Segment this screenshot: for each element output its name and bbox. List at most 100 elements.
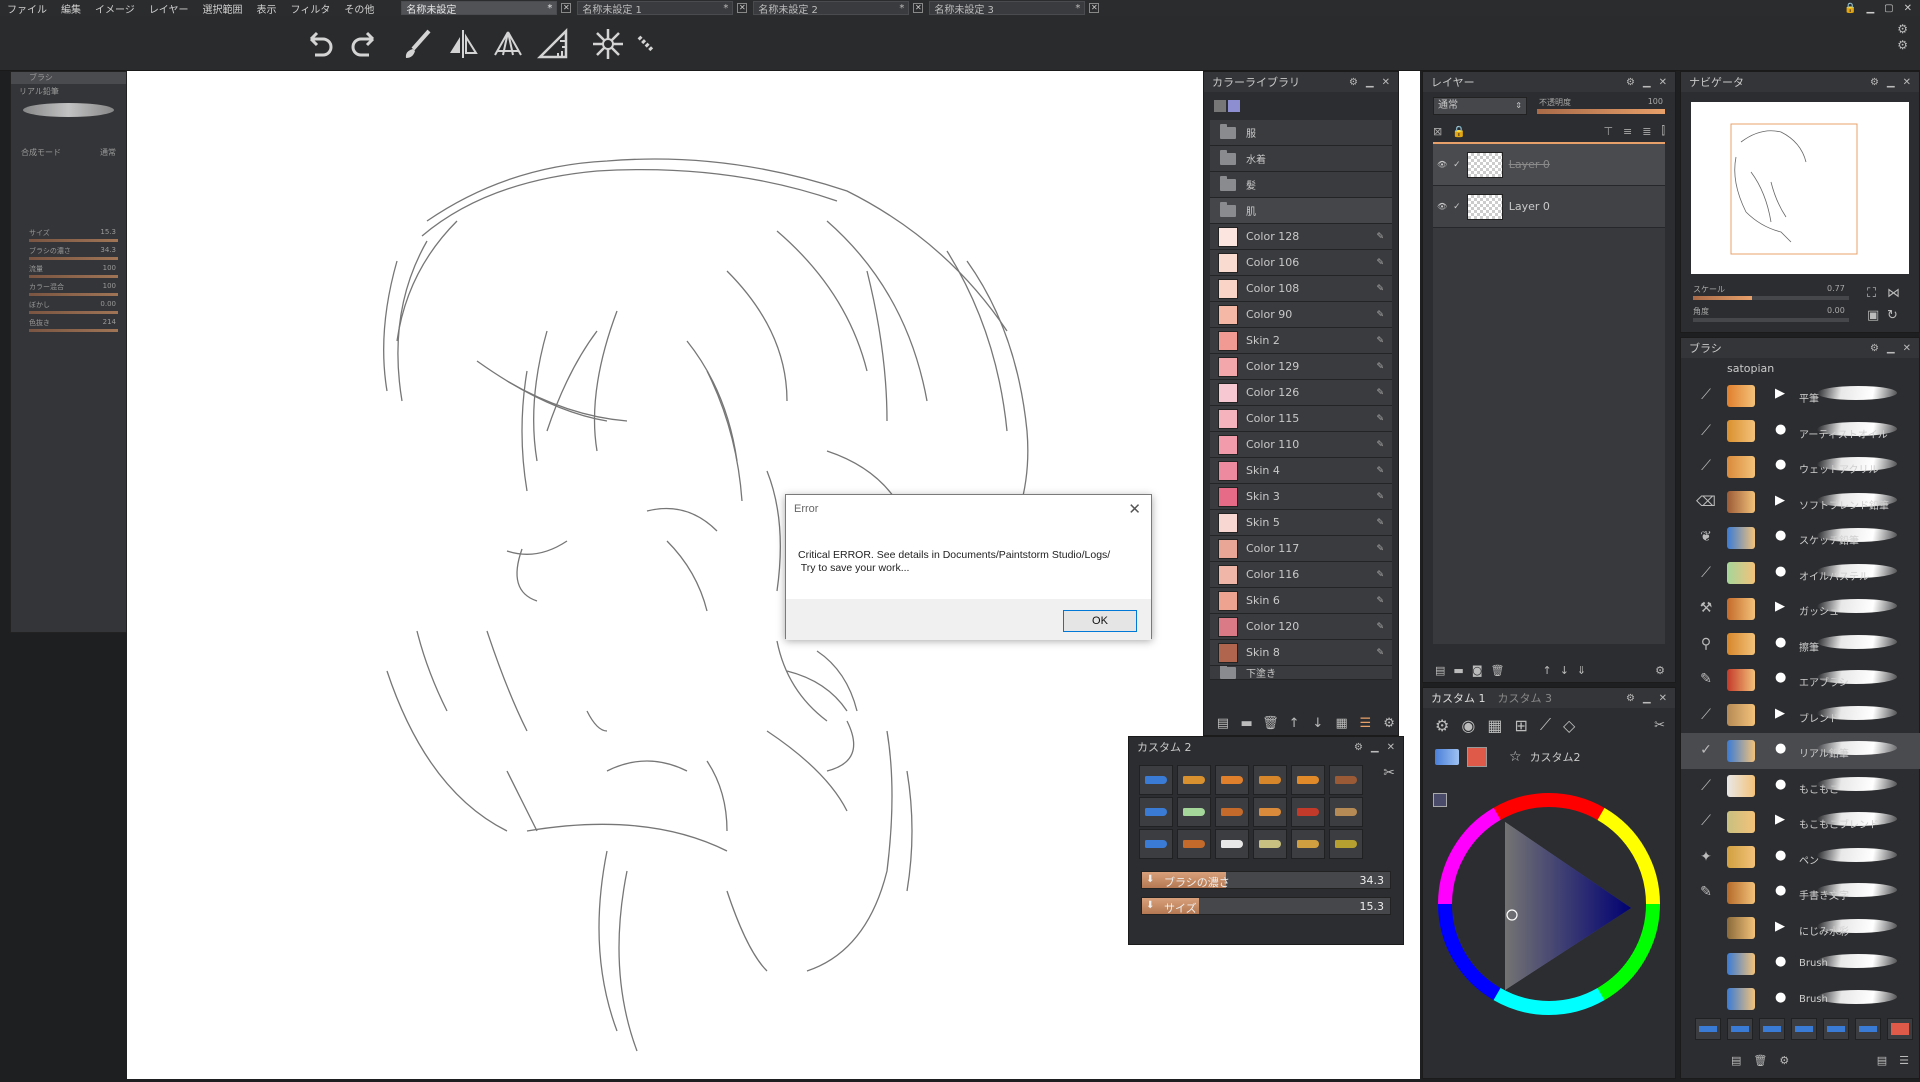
star-icon[interactable]: ☆ bbox=[1509, 749, 1522, 765]
flip-icon[interactable]: ⋈ bbox=[1887, 286, 1900, 301]
color-item[interactable]: Skin 5 ✎ bbox=[1210, 510, 1392, 536]
red-preset-icon[interactable] bbox=[1467, 747, 1487, 767]
close-icon[interactable]: ✕ bbox=[1659, 77, 1667, 88]
minimize-icon[interactable]: ▁ bbox=[1887, 77, 1895, 88]
eyedropper-icon[interactable]: ✎ bbox=[1376, 492, 1384, 502]
brush-item[interactable]: ● Brush bbox=[1681, 946, 1920, 982]
mask-icon[interactable]: ◙ bbox=[1472, 664, 1483, 677]
custom2-brush-0[interactable] bbox=[1139, 765, 1173, 795]
color-folder-0[interactable]: 服 bbox=[1210, 120, 1392, 146]
eyedropper-icon[interactable]: ✎ bbox=[1376, 466, 1384, 476]
menu-item-2[interactable]: イメージ bbox=[88, 1, 142, 16]
check-icon[interactable]: ✓ bbox=[1453, 160, 1461, 170]
brush-item[interactable]: ❦ ● スケッチ鉛筆 bbox=[1681, 520, 1920, 556]
folder-icon[interactable]: ▬ bbox=[1453, 664, 1463, 677]
arrow-down-icon[interactable]: ↓ bbox=[1560, 664, 1569, 677]
eyedropper-icon[interactable]: ✎ bbox=[1376, 570, 1384, 580]
tool-icon-1[interactable]: ⟋ bbox=[1697, 422, 1715, 440]
custom2-brush-9[interactable] bbox=[1253, 797, 1287, 827]
opacity-slider[interactable]: 不透明度 100 bbox=[1537, 97, 1665, 115]
close-window-icon[interactable]: ✕ bbox=[1904, 3, 1912, 14]
custom2-brush-16[interactable] bbox=[1291, 829, 1325, 859]
grid-icon[interactable]: ▦ bbox=[1487, 716, 1502, 735]
color-item[interactable]: Color 90 ✎ bbox=[1210, 302, 1392, 328]
brush-item[interactable]: ✓ ● リアル鉛筆 bbox=[1681, 733, 1920, 769]
brush-item[interactable]: ⟋ ● アーティストオイル bbox=[1681, 414, 1920, 450]
tool-icon-12[interactable]: ⟋ bbox=[1697, 812, 1715, 830]
perspective-icon[interactable] bbox=[490, 26, 526, 62]
minimize-icon[interactable]: ▁ bbox=[1371, 742, 1379, 753]
color-item[interactable]: Color 116 ✎ bbox=[1210, 562, 1392, 588]
layer-row[interactable]: 👁 ✓ Layer 0 bbox=[1433, 144, 1665, 186]
eyedropper-icon[interactable]: ✎ bbox=[1376, 544, 1384, 554]
mirror-icon[interactable] bbox=[445, 26, 481, 62]
doc-tab-1[interactable]: 名称未設定 1 * bbox=[577, 1, 734, 16]
tool-icon-8[interactable]: ✎ bbox=[1697, 670, 1715, 688]
new-layer-icon[interactable]: ▤ bbox=[1435, 664, 1445, 677]
brush-item[interactable]: ⌫ ▶ ソフトブレンド鉛筆 bbox=[1681, 485, 1920, 521]
tool-icon-11[interactable]: ⟋ bbox=[1697, 777, 1715, 795]
align-icon-2[interactable]: ≡ bbox=[1623, 125, 1632, 138]
arrow-up-icon[interactable]: ↑ bbox=[1542, 664, 1551, 677]
tab-close-icon[interactable]: ✕ bbox=[737, 3, 748, 13]
ok-button[interactable]: OK bbox=[1063, 610, 1137, 632]
brush-item[interactable]: ✎ ● 手書き文字 bbox=[1681, 875, 1920, 911]
minimize-icon[interactable]: ▁ bbox=[1366, 77, 1374, 88]
circle-brush-icon[interactable]: ◉ bbox=[1461, 716, 1475, 735]
quick-brush-4[interactable] bbox=[1791, 1018, 1817, 1040]
layer-row[interactable]: 👁 ✓ Layer 0 bbox=[1433, 186, 1665, 228]
eyedropper-icon[interactable]: ✎ bbox=[1376, 388, 1384, 398]
brush-item[interactable]: ⟋ ● オイルパステル bbox=[1681, 556, 1920, 592]
menu-item-7[interactable]: その他 bbox=[337, 1, 381, 16]
quick-brush-1[interactable] bbox=[1695, 1018, 1721, 1040]
list-view-icon[interactable]: ☰ bbox=[1357, 713, 1375, 733]
tab-custom1[interactable]: カスタム 1 bbox=[1431, 690, 1486, 706]
angle-slider[interactable] bbox=[1693, 318, 1849, 322]
eraser-icon[interactable]: ◇ bbox=[1563, 716, 1575, 735]
eyedropper-icon[interactable]: ✎ bbox=[1376, 310, 1384, 320]
custom2-brush-17[interactable] bbox=[1329, 829, 1363, 859]
eyedropper-icon[interactable]: ✎ bbox=[1376, 258, 1384, 268]
custom2-brush-14[interactable] bbox=[1215, 829, 1249, 859]
gear-icon[interactable]: ⚙ bbox=[1626, 77, 1635, 88]
redo-icon[interactable] bbox=[346, 26, 382, 62]
custom2-brush-3[interactable] bbox=[1253, 765, 1287, 795]
tool-icon-3[interactable]: ⌫ bbox=[1696, 493, 1716, 511]
gear-icon[interactable]: ⚙ bbox=[1349, 77, 1358, 88]
gear-icon[interactable]: ⚙ bbox=[1779, 1054, 1789, 1067]
ruler-icon[interactable] bbox=[535, 26, 571, 62]
brush-item[interactable]: ⚒ ▶ ガッシュ bbox=[1681, 591, 1920, 627]
tool-icon-13[interactable]: ✦ bbox=[1697, 848, 1715, 866]
tab-custom3[interactable]: カスタム 3 bbox=[1498, 690, 1553, 706]
custom2-brush-13[interactable] bbox=[1177, 829, 1211, 859]
custom2-brush-12[interactable] bbox=[1139, 829, 1173, 859]
left-slider-5[interactable]: 色抜き 214 bbox=[19, 318, 118, 332]
minimize-icon[interactable]: ▁ bbox=[1643, 77, 1651, 88]
tab-close-icon[interactable]: ✕ bbox=[561, 3, 572, 13]
color-item[interactable]: Color 106 ✎ bbox=[1210, 250, 1392, 276]
left-slider-3[interactable]: カラー混合 100 bbox=[19, 282, 118, 296]
eyedropper-icon[interactable]: ✎ bbox=[1376, 596, 1384, 606]
doc-tab-3[interactable]: 名称未設定 3 * bbox=[929, 1, 1086, 16]
quick-brush-2[interactable] bbox=[1727, 1018, 1753, 1040]
palette-swatch-1[interactable] bbox=[1214, 100, 1226, 112]
eyedropper-icon[interactable]: ✎ bbox=[1376, 336, 1384, 346]
minimize-icon[interactable]: ▁ bbox=[1887, 343, 1895, 354]
color-item[interactable]: Skin 3 ✎ bbox=[1210, 484, 1392, 510]
gear-icon[interactable]: ⚙ bbox=[1870, 77, 1879, 88]
eyedropper-icon[interactable]: ✎ bbox=[1376, 414, 1384, 424]
color-item[interactable]: Skin 8 ✎ bbox=[1210, 640, 1392, 666]
left-blend-value[interactable]: 通常 bbox=[100, 147, 116, 158]
arrow-down-icon[interactable]: ↓ bbox=[1309, 713, 1327, 733]
align-icon-4[interactable]: ⫿ bbox=[1661, 124, 1665, 138]
brush-icon[interactable] bbox=[400, 26, 436, 62]
tab-close-icon[interactable]: ✕ bbox=[913, 3, 924, 13]
symmetry-icon[interactable] bbox=[590, 26, 626, 62]
lock-icon[interactable]: 🔒 bbox=[1844, 3, 1856, 14]
gear-icon[interactable]: ⚙ bbox=[1380, 713, 1398, 733]
eyedropper-icon[interactable]: ✎ bbox=[1376, 518, 1384, 528]
brush-settings-icon[interactable]: ⚙ bbox=[1435, 716, 1449, 735]
folder-icon[interactable]: ▬ bbox=[1238, 713, 1256, 733]
thumbnail-view-icon[interactable]: ▤ bbox=[1877, 1054, 1887, 1067]
color-item[interactable]: Skin 6 ✎ bbox=[1210, 588, 1392, 614]
